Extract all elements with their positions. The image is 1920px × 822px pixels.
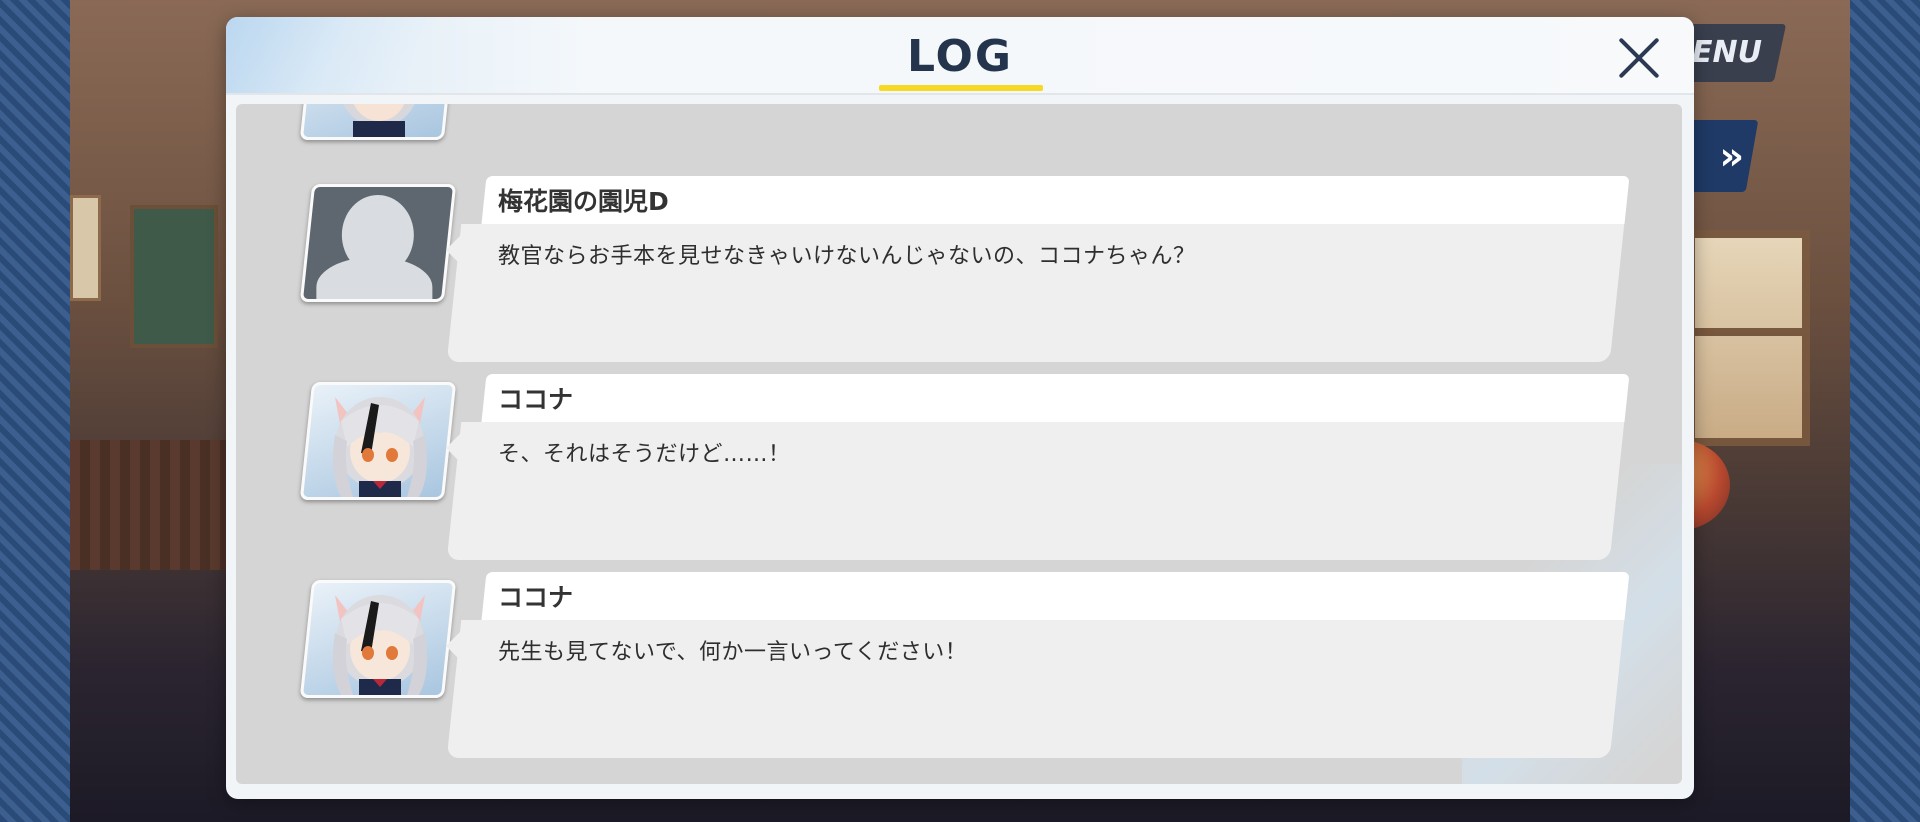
log-entry: ココナ そ、それはそうだけど……！ xyxy=(236,374,1682,564)
kokona-portrait-icon xyxy=(299,382,457,500)
bubble-tail xyxy=(446,632,460,660)
speaker-name: ココナ xyxy=(498,385,574,414)
title-underline xyxy=(879,85,1043,91)
message-text: そ、それはそうだけど……！ xyxy=(498,442,791,467)
name-plate xyxy=(481,374,1630,422)
bubble-tail xyxy=(446,236,460,264)
speaker-name: 梅花園の園児D xyxy=(498,187,669,216)
wall-poster xyxy=(70,195,101,301)
bubble-tail xyxy=(446,434,460,462)
silhouette-avatar-icon xyxy=(299,184,457,302)
speaker-name: ココナ xyxy=(498,583,574,612)
message-text: 先生も見てないで、何か一言いってください！ xyxy=(498,640,968,665)
kokona-portrait-icon xyxy=(299,580,457,698)
character-portrait-icon xyxy=(299,104,457,140)
wall-panel xyxy=(70,440,230,570)
log-entry: ココナ 先生も見てないで、何か一言いってください！ xyxy=(236,572,1682,762)
dialog-header: LOG xyxy=(226,17,1694,95)
close-icon[interactable] xyxy=(1614,31,1664,81)
message-text: 教官ならお手本を見せなきゃいけないんじゃないの、ココナちゃん？ xyxy=(498,244,1196,269)
log-dialog: LOG 梅花園の園児D 教官ならお手本を見せなきゃいけないんじゃないの、ココナち… xyxy=(226,17,1694,799)
log-list[interactable]: 梅花園の園児D 教官ならお手本を見せなきゃいけないんじゃないの、ココナちゃん？ xyxy=(236,104,1682,784)
bulletin-board xyxy=(130,205,218,348)
name-plate xyxy=(481,572,1630,620)
dialog-title: LOG xyxy=(907,31,1013,82)
log-entry: 梅花園の園児D 教官ならお手本を見せなきゃいけないんじゃないの、ココナちゃん？ xyxy=(236,176,1682,366)
